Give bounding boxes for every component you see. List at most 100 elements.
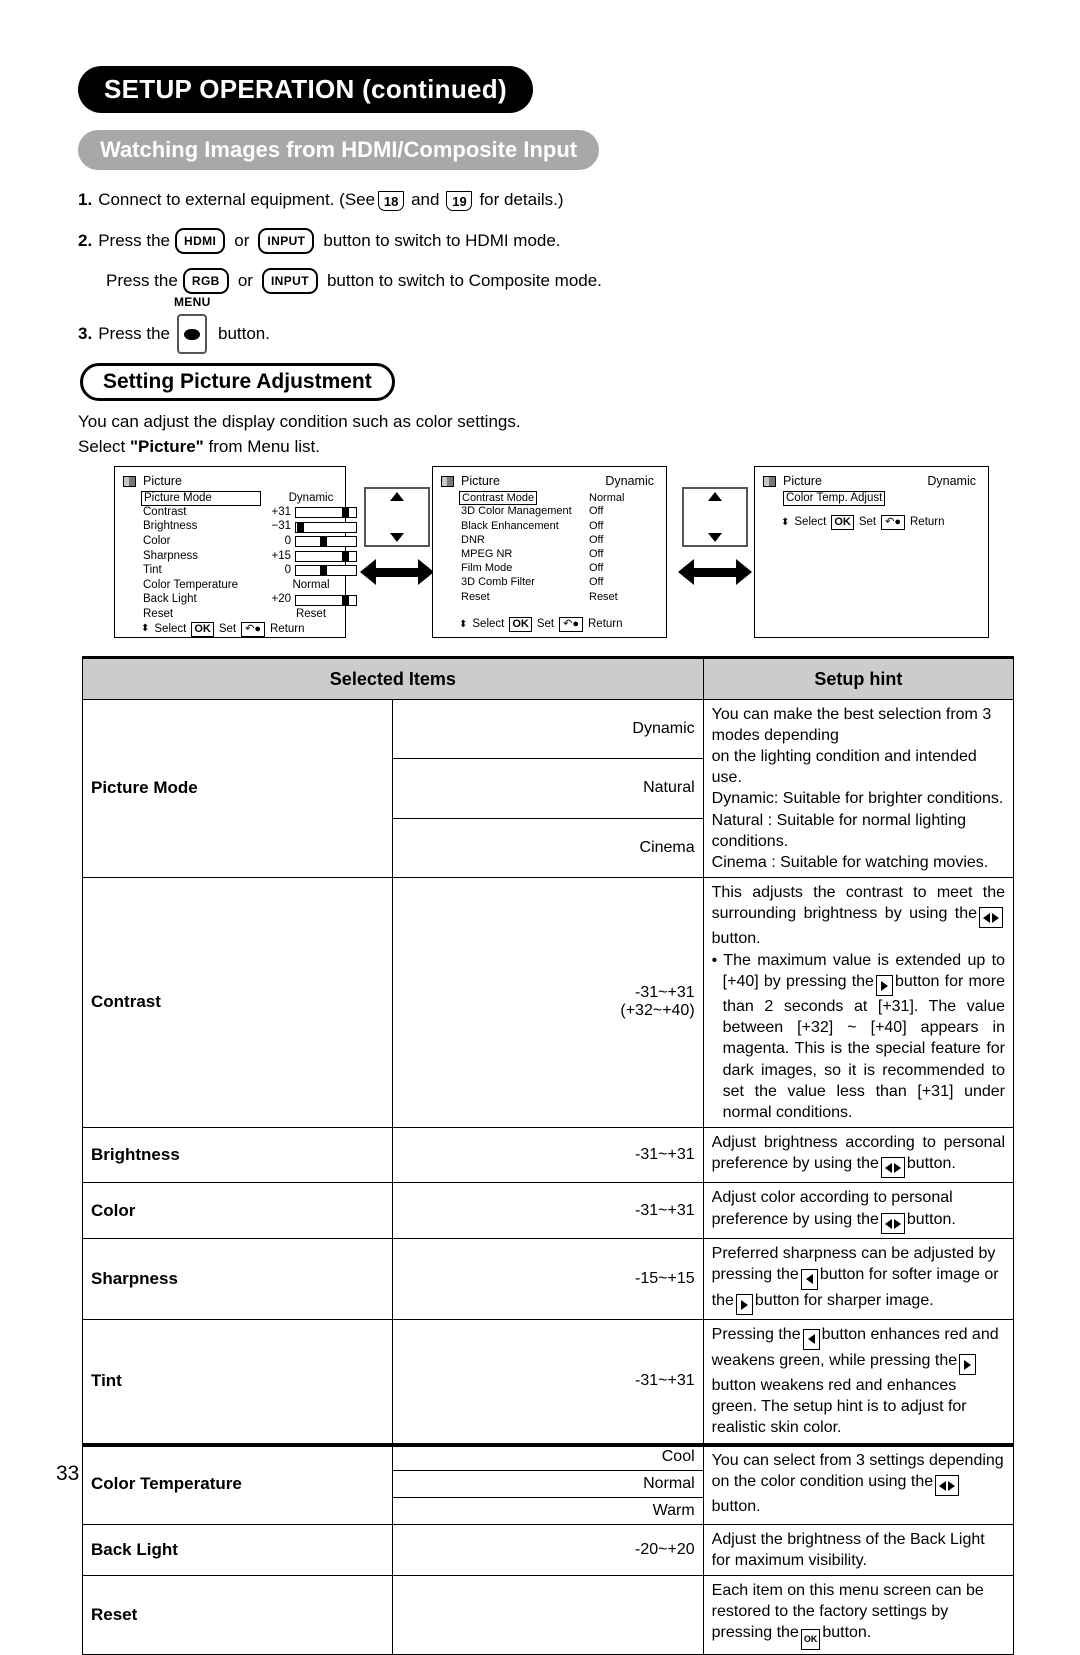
osd2-row[interactable]: Black Enhancement Off	[441, 519, 658, 533]
cell-item-brightness: Brightness	[81, 1126, 394, 1184]
osd1-row[interactable]: Reset Reset	[123, 607, 337, 622]
osd2-row[interactable]: DNR Off	[441, 533, 658, 547]
osd1-return-label: Return	[270, 622, 305, 635]
hint-pm-line1: You can make the best selection from 3 m…	[711, 706, 992, 745]
cell-option-normal: Normal	[392, 1469, 704, 1498]
osd2-row[interactable]: 3D Comb Filter Off	[441, 576, 658, 590]
right-key-icon-tint	[959, 1354, 977, 1376]
connector-1	[358, 487, 436, 587]
osd3-title-value: Dynamic	[927, 474, 976, 488]
cell-hint-reset: Each item on this menu screen can be res…	[702, 1574, 1015, 1655]
osd1-row-label: Color	[143, 534, 171, 547]
setup-hint-table: Selected Items Setup hint Picture Mode D…	[81, 656, 1015, 1655]
osd1-row-slider[interactable]	[295, 565, 357, 577]
intro-line-2-bold: "Picture"	[129, 436, 204, 456]
left-key-icon-tint	[802, 1328, 820, 1350]
osd1-row[interactable]: Tint 0	[123, 564, 357, 579]
osd2-row-label: 3D Comb Filter	[461, 576, 535, 589]
menu-button-group[interactable]: MENU	[174, 295, 210, 354]
step-2-text-mid: or	[234, 231, 250, 250]
osd1-row[interactable]: Contrast +31	[123, 505, 357, 520]
cell-hint-contrast: This adjusts the contrast to meet the su…	[702, 876, 1015, 1128]
slider-knob	[341, 508, 349, 518]
osd1-row[interactable]: Picture Mode Dynamic	[123, 490, 337, 507]
left-right-key-icon-color	[880, 1213, 905, 1235]
page-number: 33	[56, 1462, 80, 1485]
osd1-row-label: Sharpness	[143, 549, 198, 562]
input-button-key-2[interactable]: INPUT	[261, 268, 318, 294]
osd2-row[interactable]: Contrast Mode Normal	[441, 490, 658, 506]
hdmi-button-key[interactable]: HDMI	[175, 228, 226, 254]
step-2b-text-mid: or	[237, 271, 253, 290]
osd2-row-value: Off	[589, 562, 604, 575]
osd1-row-slider[interactable]	[295, 550, 357, 562]
osd1-row-slider[interactable]	[295, 521, 357, 533]
page-title: SETUP OPERATION (continued)	[78, 66, 533, 113]
left-right-key-icon-colortemp	[935, 1475, 960, 1497]
osd2-row-value: Reset	[589, 590, 618, 603]
up-arrow-icon-2	[708, 492, 722, 501]
table-row-reset: Reset Each item on this menu screen can …	[81, 1574, 1015, 1655]
table-row-color-temperature: Color Temperature Cool You can select fr…	[81, 1442, 1015, 1525]
ok-key-icon-2: OK	[509, 617, 532, 632]
osd2-row-value: Off	[589, 533, 604, 546]
ok-key-icon-reset: OK	[800, 1628, 821, 1650]
table-row-brightness: Brightness -31~+31 Adjust brightness acc…	[81, 1126, 1015, 1184]
osd1-select-label: Select	[154, 622, 187, 635]
cell-item-reset: Reset	[81, 1574, 394, 1655]
input-button-key[interactable]: INPUT	[258, 228, 315, 254]
osd2-row-label: Film Mode	[461, 562, 513, 575]
footer-divider	[82, 1444, 1014, 1447]
osd2-row[interactable]: Reset Reset	[441, 590, 658, 604]
osd1-row[interactable]: Color 0	[123, 534, 357, 549]
step-3-text-pre: Press the	[98, 324, 170, 343]
osd2-row[interactable]: Film Mode Off	[441, 562, 658, 576]
osd2-row[interactable]: 3D Color Management Off	[441, 505, 658, 519]
osd1-row-value: 0	[284, 564, 291, 577]
updown-navigation-box-1	[364, 487, 430, 547]
osd2-row-label: Black Enhancement	[461, 519, 559, 532]
left-right-key-icon-contrast	[979, 907, 1003, 929]
osd1-row-label: Reset	[143, 607, 174, 620]
osd1-row-value: +15	[271, 549, 291, 562]
cell-hint-color-temperature: You can select from 3 settings depending…	[702, 1442, 1015, 1525]
osd3-title: Picture	[783, 474, 822, 488]
hint-contrast-p1b: button.	[711, 930, 761, 948]
osd3-select-label: Select	[794, 515, 827, 528]
hint-contrast-p1a: This adjusts the contrast to meet the su…	[711, 883, 1005, 922]
osd2-row-label: Reset	[461, 590, 490, 603]
osd1-row-value: +31	[271, 505, 291, 518]
cell-range-contrast: -31~+31 (+32~+40)	[392, 876, 704, 1128]
hint-brightness-a: Adjust brightness according to personal …	[711, 1133, 1005, 1172]
step-1: 1. Connect to external equipment. (See 1…	[78, 190, 878, 211]
hint-ct-a: You can select from 3 settings depending…	[711, 1451, 1004, 1490]
osd1-set-label: Set	[218, 622, 237, 635]
osd1-row[interactable]: Back Light +20	[123, 593, 357, 608]
menu-button-key[interactable]	[177, 314, 207, 354]
arrow-shaft-1	[374, 568, 420, 577]
cell-range-reset	[392, 1574, 704, 1655]
osd1-row-slider[interactable]	[295, 536, 357, 548]
osd1-row[interactable]: Color Temperature Normal	[123, 578, 337, 593]
updown-arrow-icon-2: ⬍	[459, 618, 468, 630]
osd1-row[interactable]: Sharpness +15	[123, 549, 357, 564]
osd3-selected-item[interactable]: Color Temp. Adjust	[783, 490, 886, 507]
osd2-row-value: Off	[589, 576, 604, 589]
osd1-row-label: Color Temperature	[143, 578, 239, 591]
osd1-row[interactable]: Brightness −31	[123, 520, 357, 535]
left-right-arrow-1	[360, 557, 434, 587]
th-setup-hint: Setup hint	[702, 656, 1015, 700]
osd1-row-slider[interactable]	[295, 507, 357, 519]
rgb-button-key[interactable]: RGB	[182, 268, 229, 294]
intro-line-2-post: from Menu list.	[208, 436, 320, 456]
table-row-back-light: Back Light -20~+20 Adjust the brightness…	[81, 1523, 1015, 1576]
osd2-row[interactable]: MPEG NR Off	[441, 547, 658, 561]
intro-line-2: Select "Picture" from Menu list.	[78, 435, 521, 460]
updown-arrow-icon: ⬍	[141, 623, 150, 635]
osd2-row-label: MPEG NR	[461, 548, 513, 561]
osd3-set-label: Set	[858, 515, 877, 528]
intro-line-1: You can adjust the display condition suc…	[78, 412, 521, 431]
table-header-row: Selected Items Setup hint	[82, 656, 1015, 700]
osd1-row-slider[interactable]	[295, 594, 357, 606]
return-key-icon: ↶●	[241, 621, 265, 637]
